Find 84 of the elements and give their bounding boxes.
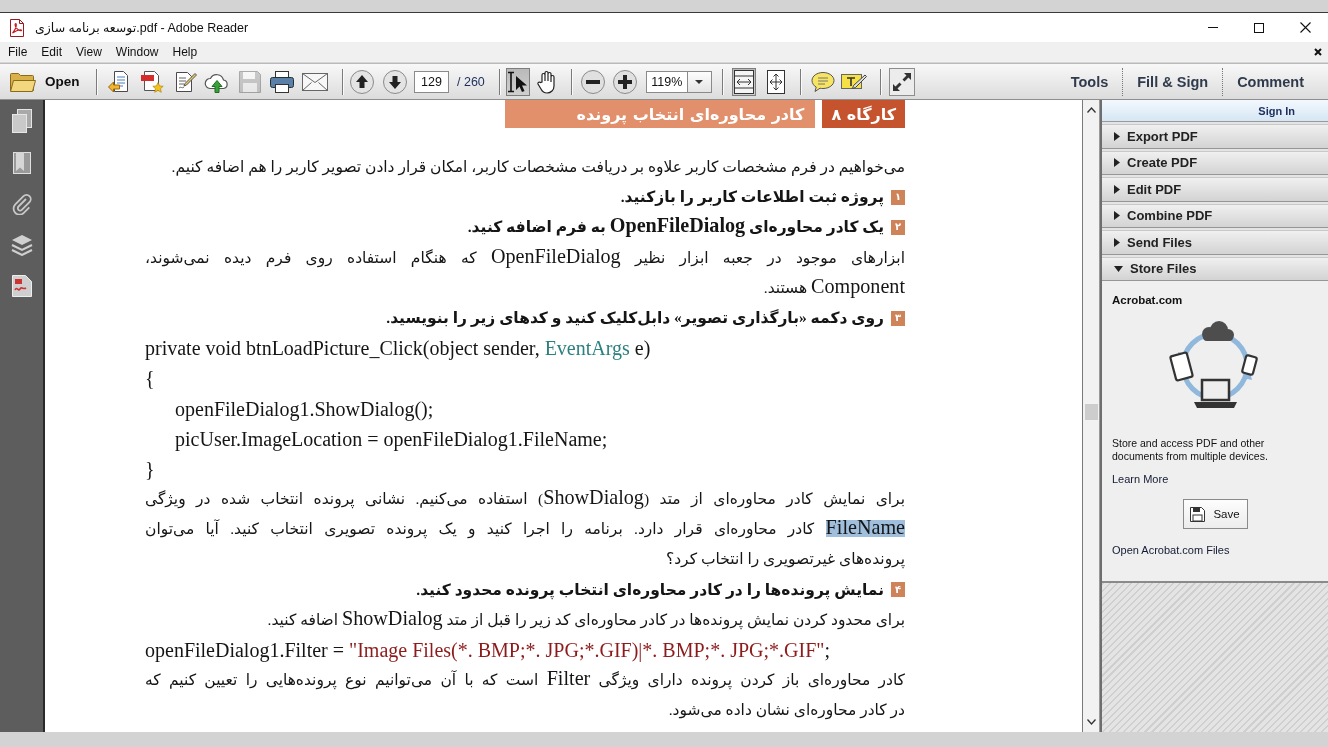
step-heading: روی دکمه «بارگذاری تصویر» دابل‌کلیک کنید و کدهای زیر را بنویسید. xyxy=(386,308,884,329)
zoom-out-button[interactable] xyxy=(580,67,605,96)
chapter-title: کادر محاوره‌ای انتخاب پرونده xyxy=(505,100,816,128)
code-line: private void btnLoadPicture_Click(object sender, EventArgs e) xyxy=(145,336,652,362)
pdf-file-icon xyxy=(9,18,25,37)
panel-heading: Acrobat.com xyxy=(1112,294,1183,306)
step-number: ۱ xyxy=(891,189,905,205)
paragraph: می‌خواهیم در فرم مشخصات کاربر علاوه بر دریافت مشخصات کاربر، امکان قرار دادن تصویر کاربر را هم اضافه کنیم. xyxy=(170,157,905,178)
text-select-icon xyxy=(507,70,529,93)
zoom-in-button[interactable] xyxy=(612,67,637,96)
step-heading: نمایش پرونده‌ها را در کادر محاوره‌ای انتخاب پرونده محدود کنید. xyxy=(416,579,884,602)
section-header[interactable]: Edit PDF xyxy=(1102,177,1328,202)
zoom-dropdown-button[interactable] xyxy=(687,70,712,93)
code-line: } xyxy=(145,456,156,482)
page-up-button[interactable] xyxy=(350,67,374,96)
pages-icon[interactable] xyxy=(11,109,32,133)
code-line: openFileDialog1.ShowDialog(); xyxy=(174,396,435,423)
minimize-icon xyxy=(1208,27,1218,28)
paperclip-icon[interactable] xyxy=(11,193,32,215)
scrollbar-thumb[interactable] xyxy=(1084,404,1098,420)
maximize-icon xyxy=(1254,22,1264,33)
folder-icon xyxy=(10,71,36,92)
close-icon xyxy=(1314,48,1322,56)
window-title: توسعه برنامه سازی.pdf - Adobe Reader xyxy=(35,20,249,35)
triangle-right-icon xyxy=(1114,211,1120,221)
triangle-right-icon xyxy=(1114,131,1120,141)
menu-item[interactable]: File xyxy=(1,43,35,61)
code-line: picUser.ImageLocation = openFileDialog1.FileName; xyxy=(174,426,609,453)
close-icon xyxy=(1299,22,1311,33)
arrow-up-icon xyxy=(350,69,374,94)
step-heading: پروژه ثبت اطلاعات کاربر را بازکنید. xyxy=(620,187,884,209)
hand-icon xyxy=(536,69,557,94)
open-files-link[interactable]: Open Acrobat.com Files xyxy=(1112,544,1230,556)
signature-icon[interactable] xyxy=(11,275,32,297)
printer-icon xyxy=(270,70,295,93)
menu-item[interactable]: Edit xyxy=(34,43,70,61)
sign-in-link[interactable]: Sign In xyxy=(1258,104,1295,117)
menu-item[interactable]: View xyxy=(69,43,109,61)
code-line: openFileDialog1.Filter = "Image Files(*. BMP;*. JPG;*.GIF)|*. BMP;*. JPG;*.GIF"; xyxy=(145,638,831,664)
pane-button[interactable]: Tools xyxy=(1056,66,1123,97)
step-number: ۴ xyxy=(891,582,905,598)
mail-icon xyxy=(301,72,328,91)
expand-arrows-icon xyxy=(892,72,911,91)
zoom-out-icon xyxy=(580,69,605,94)
zoom-field[interactable]: 119% xyxy=(645,70,688,93)
zoom-in-icon xyxy=(612,69,637,94)
triangle-right-icon xyxy=(1114,237,1120,247)
arrow-down-icon xyxy=(383,69,407,94)
description-text: Store and access PDF and other documents from multiple devices. xyxy=(1112,437,1269,463)
step-number: ۲ xyxy=(891,219,905,235)
page-down-button[interactable] xyxy=(383,67,407,96)
save-button[interactable]: Save xyxy=(1182,499,1248,529)
step-number: ۳ xyxy=(891,310,905,326)
select-tool-button[interactable] xyxy=(505,67,530,96)
speech-bubble-icon xyxy=(810,70,835,93)
bookmark-icon[interactable] xyxy=(12,152,31,174)
fit-width-button[interactable] xyxy=(731,67,756,96)
menu-item[interactable]: Window xyxy=(108,43,166,61)
open-button[interactable]: Open xyxy=(6,66,86,97)
full-screen-button[interactable] xyxy=(888,67,915,96)
section-header[interactable]: Combine PDF xyxy=(1102,203,1328,228)
save-icon xyxy=(1190,506,1206,522)
fit-page-icon xyxy=(765,69,786,94)
code-line: { xyxy=(145,366,156,392)
section-header[interactable]: Create PDF xyxy=(1102,150,1328,175)
fit-width-icon xyxy=(733,69,754,94)
page-count: / 260 xyxy=(457,74,485,89)
pane-button[interactable]: Comment xyxy=(1223,66,1318,97)
chevron-down-icon[interactable] xyxy=(1086,719,1096,725)
section-header[interactable]: Export PDF xyxy=(1102,124,1328,149)
triangle-down-icon xyxy=(1114,265,1123,272)
workshop-label: کارگاه ۸ xyxy=(822,100,905,128)
caret-down-icon xyxy=(695,79,704,84)
pane-button[interactable]: Fill & Sign xyxy=(1123,66,1223,97)
section-header[interactable]: Send Files xyxy=(1102,230,1328,255)
triangle-right-icon xyxy=(1114,158,1120,168)
learn-more-link[interactable]: Learn More xyxy=(1112,473,1169,485)
page-number-field[interactable]: 129 xyxy=(414,70,449,93)
document-star-icon xyxy=(140,69,165,94)
chevron-up-icon[interactable] xyxy=(1086,107,1096,113)
menu-item[interactable]: Help xyxy=(165,43,205,61)
triangle-right-icon xyxy=(1114,184,1120,194)
layers-icon[interactable] xyxy=(10,234,33,256)
section-header[interactable]: Store Files xyxy=(1102,256,1328,281)
